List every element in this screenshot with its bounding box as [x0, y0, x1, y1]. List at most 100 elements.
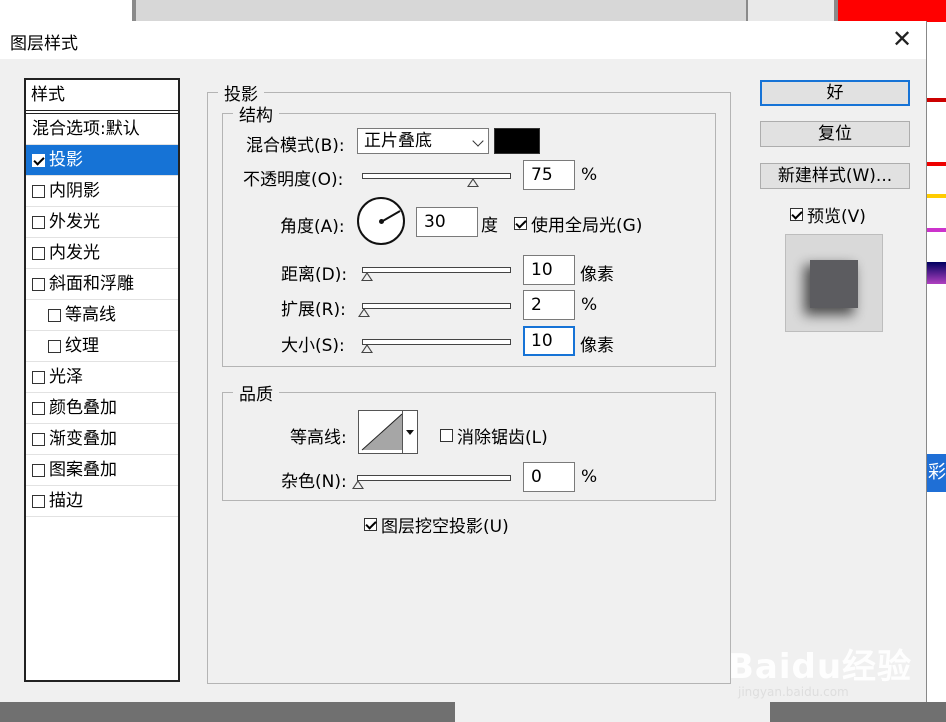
- spread-slider-thumb[interactable]: [358, 308, 370, 317]
- blend-options-item[interactable]: 混合选项:默认: [26, 114, 178, 145]
- spread-slider[interactable]: [358, 303, 511, 317]
- style-item-label: 图案叠加: [49, 460, 117, 480]
- preview-checkbox-row[interactable]: 预览(V): [790, 202, 866, 227]
- shadow-color-swatch[interactable]: [494, 128, 540, 154]
- size-slider-thumb[interactable]: [361, 344, 373, 353]
- style-item[interactable]: 图案叠加: [26, 455, 178, 486]
- style-preview-thumbnail: [785, 234, 883, 332]
- distance-slider-thumb[interactable]: [361, 272, 373, 281]
- style-item-checkbox[interactable]: [32, 494, 45, 508]
- anti-alias-checkbox[interactable]: [440, 429, 453, 442]
- styles-list: 样式 混合选项:默认 投影内阴影 外发光内发光斜面和浮雕等高线纹理光泽颜色叠加渐变…: [24, 78, 180, 682]
- layer-style-dialog: 图层样式 ✕ 样式 混合选项:默认 投影内阴影 外发光内发光斜面和浮雕等高线纹理光…: [0, 21, 927, 702]
- background-window: [136, 0, 746, 22]
- reset-button[interactable]: 复位: [760, 121, 910, 147]
- distance-label: 距离(D):: [281, 265, 348, 285]
- style-item[interactable]: 纹理: [26, 331, 178, 362]
- baidu-watermark: Baidu经验: [728, 647, 913, 687]
- size-input[interactable]: 10: [523, 326, 575, 356]
- background-stripe: [926, 228, 946, 232]
- style-item[interactable]: 光泽: [26, 362, 178, 393]
- quality-group-title: 品质: [239, 385, 273, 405]
- angle-input[interactable]: 30: [416, 207, 478, 237]
- titlebar: 图层样式 ✕: [0, 21, 926, 59]
- size-slider[interactable]: [361, 339, 511, 353]
- linear-contour-icon: [361, 413, 403, 451]
- background-app-bottom: [0, 702, 946, 722]
- style-item[interactable]: 内发光: [26, 238, 178, 269]
- style-item-checkbox[interactable]: [32, 215, 45, 229]
- style-item-label: 等高线: [65, 305, 116, 325]
- preview-checkbox[interactable]: [790, 208, 803, 221]
- style-item-label: 内发光: [49, 243, 100, 263]
- spread-label: 扩展(R):: [281, 300, 346, 320]
- style-item[interactable]: 投影: [26, 145, 178, 176]
- style-item-label: 纹理: [65, 336, 99, 356]
- close-icon[interactable]: ✕: [888, 25, 916, 53]
- style-item[interactable]: 颜色叠加: [26, 393, 178, 424]
- style-item[interactable]: 内阴影: [26, 176, 178, 207]
- spread-input[interactable]: 2: [523, 290, 575, 320]
- style-item-label: 光泽: [49, 367, 83, 387]
- opacity-input[interactable]: 75: [523, 160, 575, 190]
- chevron-down-icon: [472, 135, 484, 147]
- new-style-button[interactable]: 新建样式(W)...: [760, 163, 910, 189]
- background-red-swatch: [838, 0, 946, 22]
- style-item-checkbox[interactable]: [32, 463, 45, 477]
- style-item-checkbox[interactable]: [32, 370, 45, 384]
- styles-list-header: 样式: [26, 80, 178, 114]
- opacity-slider[interactable]: [362, 173, 511, 187]
- style-item-checkbox[interactable]: [32, 432, 45, 446]
- style-item-label: 斜面和浮雕: [49, 274, 134, 294]
- style-item-checkbox[interactable]: [48, 308, 61, 322]
- noise-slider-thumb[interactable]: [352, 480, 364, 489]
- preview-label: 预览(V): [807, 207, 866, 227]
- anti-alias-checkbox-row[interactable]: 消除锯齿(L): [440, 423, 548, 448]
- style-item-label: 投影: [49, 150, 83, 170]
- style-item[interactable]: 外发光: [26, 207, 178, 238]
- noise-label: 杂色(N):: [281, 472, 347, 492]
- style-item[interactable]: 描边: [26, 486, 178, 517]
- angle-label: 角度(A):: [280, 217, 345, 237]
- angle-unit: 度: [481, 216, 498, 236]
- style-item-checkbox[interactable]: [32, 153, 45, 167]
- global-light-checkbox-row[interactable]: 使用全局光(G): [514, 211, 642, 236]
- opacity-label: 不透明度(O):: [243, 170, 344, 190]
- angle-dial[interactable]: [357, 197, 405, 245]
- style-item-checkbox[interactable]: [32, 184, 45, 198]
- style-item[interactable]: 斜面和浮雕: [26, 269, 178, 300]
- spread-unit: %: [581, 295, 598, 315]
- ok-button[interactable]: 好: [760, 80, 910, 106]
- style-item-checkbox[interactable]: [32, 277, 45, 291]
- background-stripe: [926, 162, 946, 166]
- distance-input[interactable]: 10: [523, 255, 575, 285]
- style-item-checkbox[interactable]: [32, 401, 45, 415]
- style-item[interactable]: 等高线: [26, 300, 178, 331]
- size-unit: 像素: [580, 336, 614, 356]
- contour-picker[interactable]: [358, 410, 418, 454]
- style-item-label: 颜色叠加: [49, 398, 117, 418]
- background-window: [0, 0, 132, 22]
- background-stripe: [926, 194, 946, 198]
- knockout-label: 图层挖空投影(U): [381, 517, 509, 537]
- baidu-watermark-url: jingyan.baidu.com: [738, 685, 849, 699]
- opacity-slider-thumb[interactable]: [467, 178, 479, 187]
- contour-dropdown-arrow-icon[interactable]: [402, 411, 417, 453]
- noise-input[interactable]: 0: [523, 462, 575, 492]
- distance-slider[interactable]: [361, 267, 511, 281]
- background-toolbar: [455, 702, 770, 722]
- global-light-checkbox[interactable]: [514, 217, 527, 230]
- noise-slider[interactable]: [352, 475, 511, 489]
- background-stripe: [926, 262, 946, 284]
- style-item-checkbox[interactable]: [48, 339, 61, 353]
- blend-mode-select[interactable]: 正片叠底: [357, 128, 489, 154]
- background-app-top: [0, 0, 946, 22]
- style-item-label: 描边: [49, 491, 83, 511]
- knockout-checkbox-row[interactable]: 图层挖空投影(U): [364, 512, 509, 537]
- structure-group-title: 结构: [239, 106, 273, 126]
- global-light-label: 使用全局光(G): [531, 216, 643, 236]
- knockout-checkbox[interactable]: [364, 518, 377, 531]
- style-item-checkbox[interactable]: [32, 246, 45, 260]
- style-item[interactable]: 渐变叠加: [26, 424, 178, 455]
- style-item-label: 渐变叠加: [49, 429, 117, 449]
